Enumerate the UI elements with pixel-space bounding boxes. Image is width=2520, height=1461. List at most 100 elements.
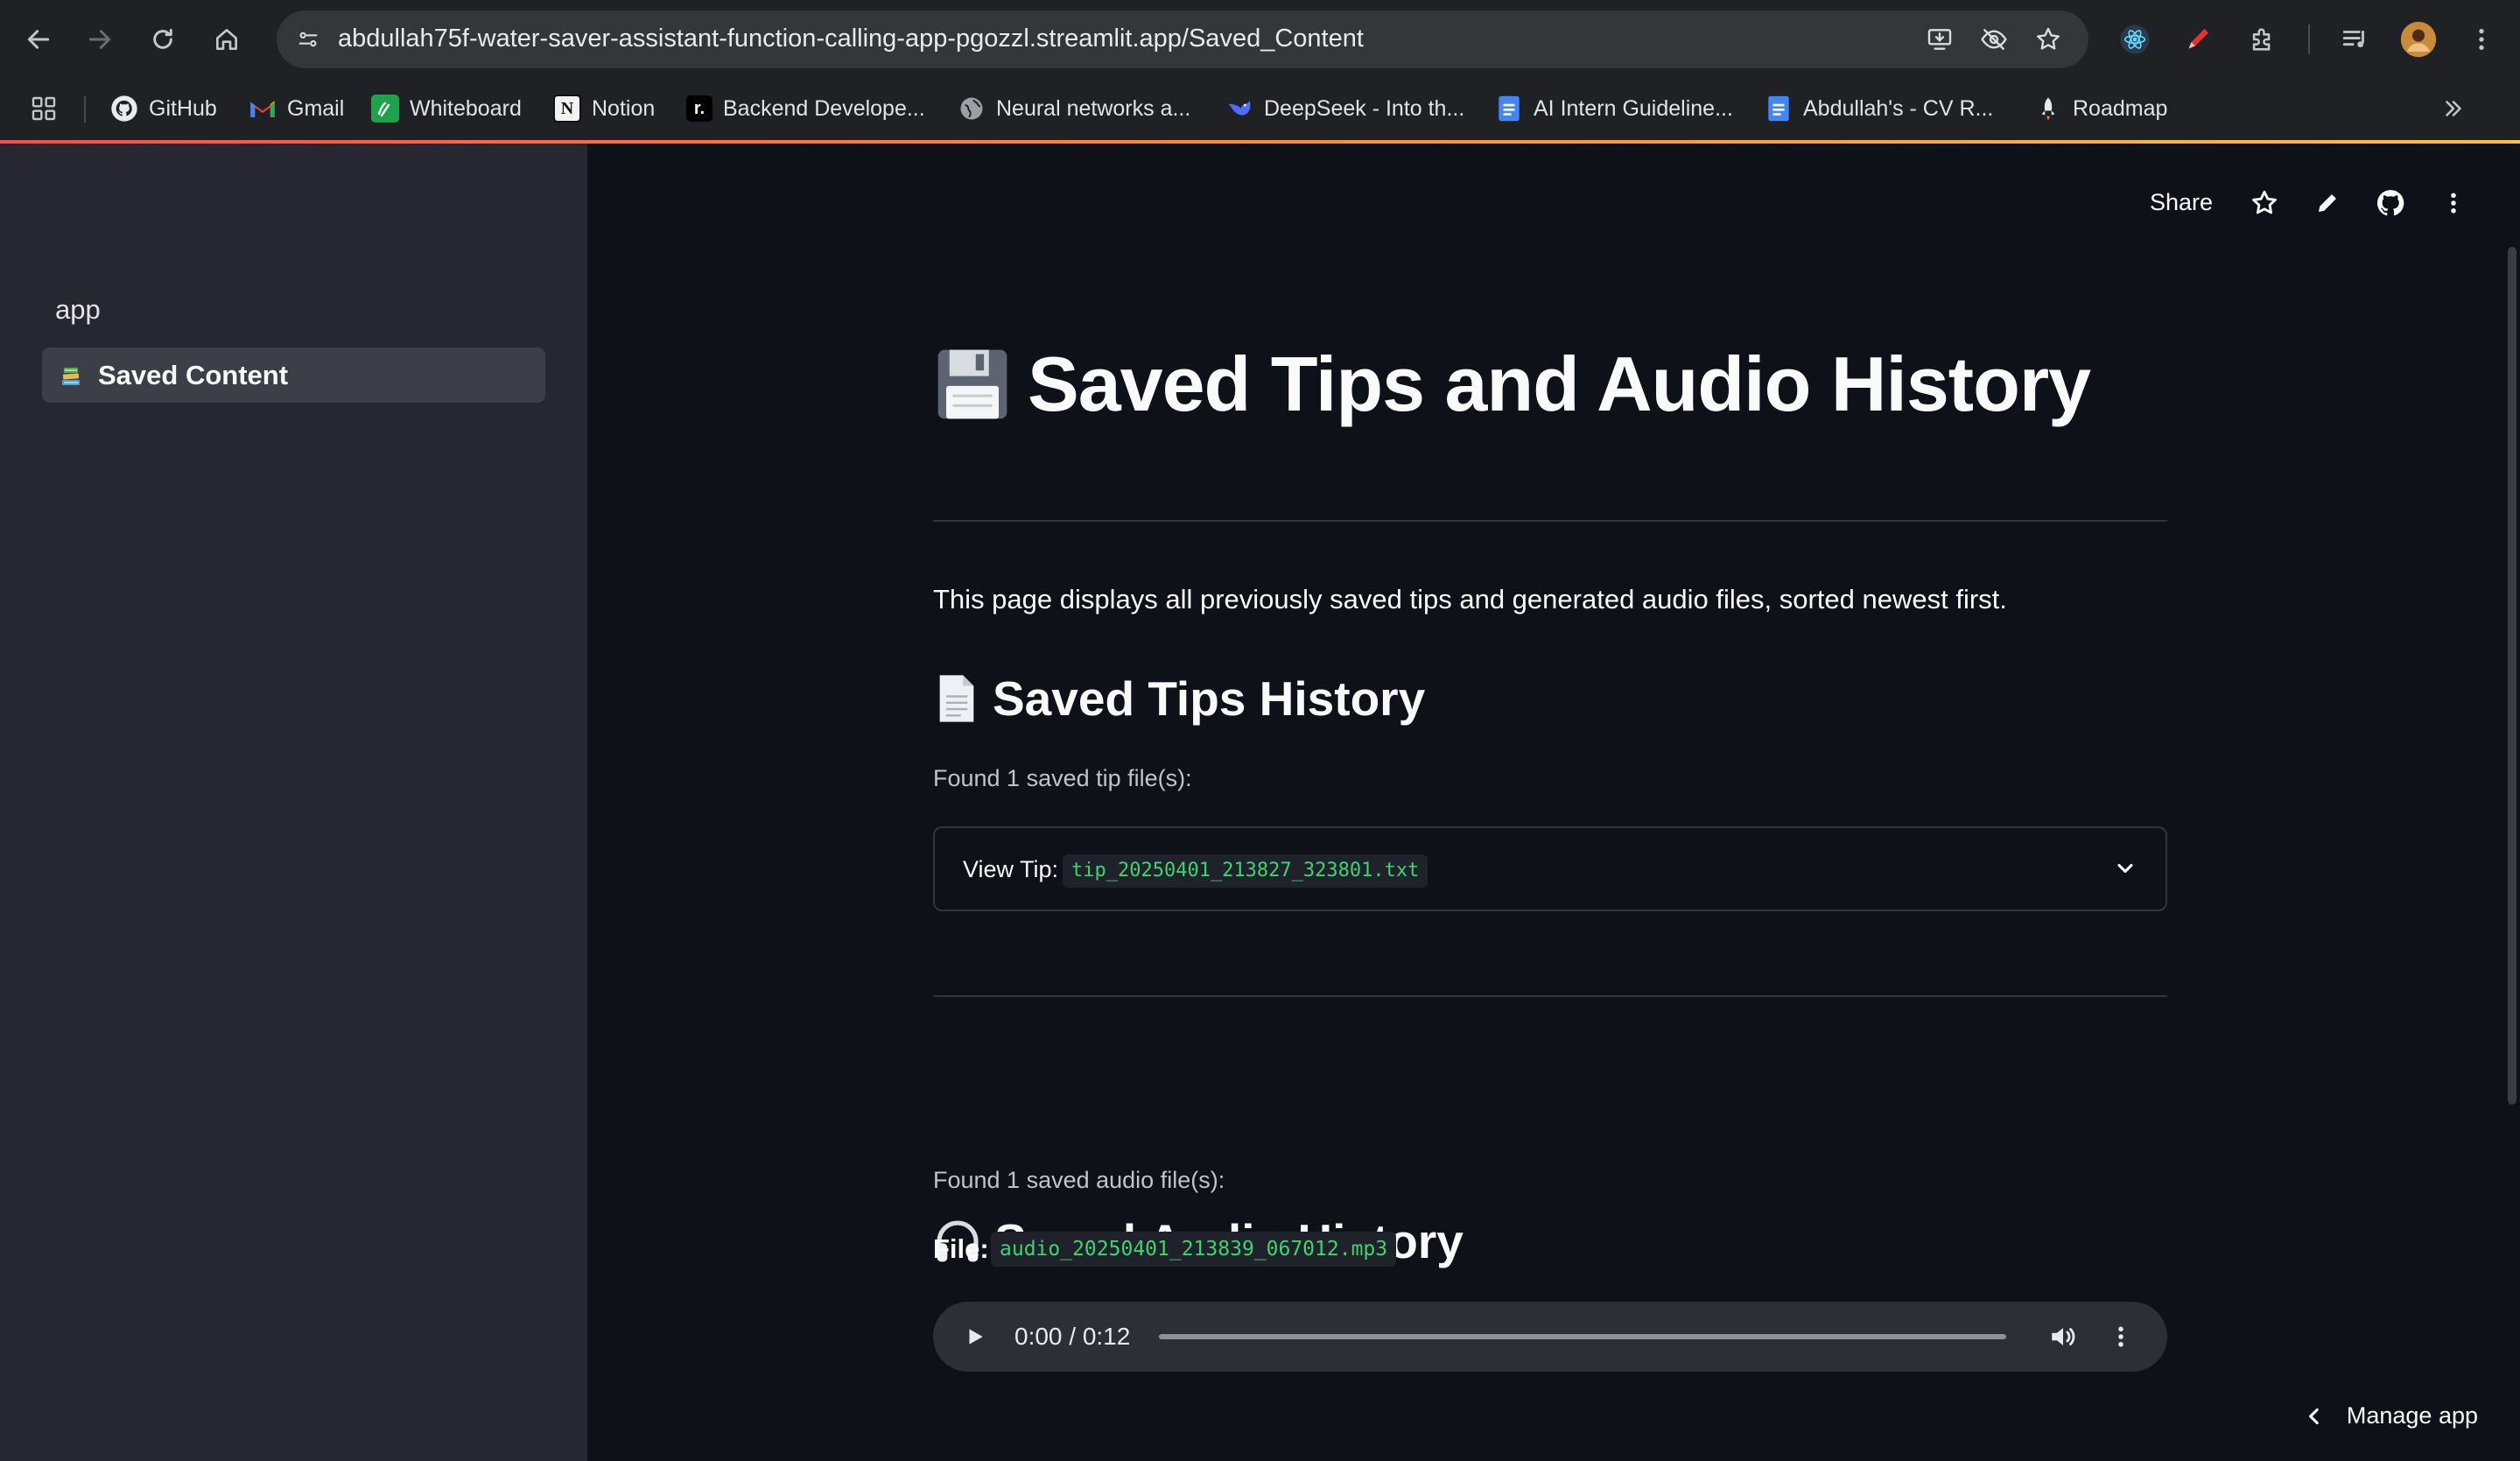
- bookmark-backend-developer[interactable]: r. Backend Develope...: [686, 91, 925, 126]
- github-repo-button[interactable]: [2371, 184, 2410, 222]
- volume-icon: [2048, 1322, 2078, 1352]
- browser-menu-button[interactable]: [2461, 19, 2502, 60]
- media-controls-button[interactable]: [2335, 19, 2376, 60]
- github-icon: [110, 95, 138, 123]
- address-bar[interactable]: abdullah75f-water-saver-assistant-functi…: [277, 11, 2088, 68]
- more-vertical-icon: [2467, 25, 2495, 53]
- bookmark-label: Roadmap: [2073, 95, 2168, 121]
- notion-icon: N: [553, 95, 581, 123]
- docs-icon: [1495, 95, 1523, 123]
- bookmark-label: Gmail: [287, 95, 345, 121]
- pen-extension[interactable]: [2178, 19, 2218, 60]
- bookmark-label: Abdullah's - CV R...: [1803, 95, 1994, 121]
- file-label: File:: [933, 1233, 989, 1264]
- playlist-icon: [2341, 25, 2370, 54]
- bookmark-star-button[interactable]: [2029, 20, 2067, 59]
- bookmark-label: Backend Develope...: [723, 95, 925, 121]
- manage-app-button[interactable]: Manage app: [2303, 1402, 2478, 1429]
- share-button[interactable]: Share: [2150, 189, 2213, 216]
- tip-file-name: tip_20250401_213827_323801.txt: [1063, 854, 1428, 888]
- chevron-left-icon: [2303, 1405, 2326, 1428]
- home-button[interactable]: [207, 20, 246, 59]
- sidebar-item-saved-content[interactable]: Saved Content: [42, 348, 545, 403]
- star-icon: [2034, 25, 2062, 53]
- pencil-icon: [2314, 190, 2341, 216]
- browser-chrome: abdullah75f-water-saver-assistant-functi…: [0, 0, 2520, 144]
- bookmark-roadmap[interactable]: Roadmap: [2034, 91, 2167, 126]
- url-text[interactable]: abdullah75f-water-saver-assistant-functi…: [338, 25, 1364, 53]
- volume-button[interactable]: [2045, 1318, 2081, 1355]
- bookmark-neural-networks[interactable]: Neural networks a...: [958, 91, 1190, 126]
- bookmark-cv[interactable]: Abdullah's - CV R...: [1765, 91, 1993, 126]
- books-icon: [58, 364, 84, 387]
- apps-shortcut[interactable]: [30, 91, 58, 126]
- forward-arrow-icon: [86, 25, 114, 53]
- bookmark-label: AI Intern Guideline...: [1534, 95, 1733, 121]
- address-bar-row: abdullah75f-water-saver-assistant-functi…: [0, 0, 2520, 79]
- deepseek-icon: [1225, 95, 1253, 123]
- eye-off-icon: [1980, 25, 2008, 53]
- back-button[interactable]: [19, 20, 58, 59]
- extensions-button[interactable]: [2243, 19, 2283, 60]
- audio-time: 0:00 / 0:12: [1014, 1323, 1131, 1350]
- bookmark-notion[interactable]: N Notion: [553, 91, 655, 126]
- reload-button[interactable]: [144, 20, 182, 59]
- sidebar-item-label: Saved Content: [98, 359, 289, 390]
- tracking-protection-button[interactable]: [1975, 20, 2013, 59]
- audio-options-button[interactable]: [2102, 1318, 2139, 1355]
- bookmark-github[interactable]: GitHub: [110, 91, 217, 126]
- favorite-app-button[interactable]: [2245, 184, 2284, 222]
- edit-app-button[interactable]: [2308, 184, 2347, 222]
- install-app-button[interactable]: [1920, 20, 1959, 59]
- main-area: Share Saved Tips and Audio History This …: [587, 144, 2520, 1461]
- apps-grid-icon: [30, 95, 58, 123]
- app-menu-button[interactable]: [2434, 184, 2473, 222]
- avatar: [2400, 21, 2437, 58]
- bookmark-label: DeepSeek - Into th...: [1264, 95, 1465, 121]
- more-vertical-icon: [2440, 190, 2467, 216]
- more-bookmarks-button[interactable]: [2440, 91, 2467, 126]
- sidebar: app Saved Content: [0, 144, 587, 1461]
- rocket-icon: [2034, 95, 2062, 123]
- sidebar-app-label[interactable]: app: [55, 294, 101, 326]
- github-icon: [2376, 188, 2405, 218]
- whiteboard-icon: [371, 95, 399, 123]
- page-scrollbar[interactable]: [2508, 247, 2516, 1105]
- more-vertical-icon: [2108, 1324, 2134, 1350]
- bookmark-label: GitHub: [149, 95, 217, 121]
- bookmarks-bar: GitHub Gmail Whiteboard N Notion r. Back…: [0, 79, 2520, 140]
- page-title-text: Saved Tips and Audio History: [1028, 341, 2091, 427]
- star-icon: [2250, 188, 2279, 218]
- audio-file-name: audio_20250401_213839_067012.mp3: [991, 1232, 1397, 1267]
- home-icon: [213, 25, 241, 53]
- tip-expander[interactable]: View Tip: tip_20250401_213827_323801.txt: [933, 826, 2167, 911]
- page-icon: [933, 673, 980, 724]
- manage-app-label: Manage app: [2346, 1402, 2478, 1429]
- floppy-disk-icon: [933, 345, 1012, 424]
- roadmap-r-icon: r.: [686, 95, 712, 122]
- site-info-button[interactable]: [289, 20, 327, 59]
- bookmark-gmail[interactable]: Gmail: [249, 91, 344, 126]
- audio-seek-bar[interactable]: [1159, 1334, 2006, 1339]
- gmail-icon: [249, 95, 277, 123]
- expander-label: View Tip:: [963, 856, 1059, 882]
- bookmark-whiteboard[interactable]: Whiteboard: [371, 91, 522, 126]
- audio-player: 0:00 / 0:12: [933, 1302, 2167, 1372]
- bookmarks-separator: [84, 96, 86, 123]
- play-button[interactable]: [958, 1319, 993, 1354]
- play-icon: [964, 1325, 986, 1348]
- divider: [933, 520, 2167, 522]
- globe-icon: [958, 95, 986, 123]
- bookmark-label: Notion: [592, 95, 656, 121]
- bookmark-ai-intern-guideline[interactable]: AI Intern Guideline...: [1495, 91, 1733, 126]
- profile-button[interactable]: [2398, 19, 2439, 60]
- chevron-down-icon: [2109, 853, 2141, 884]
- double-chevron-right-icon: [2440, 95, 2467, 122]
- tips-count-caption: Found 1 saved tip file(s):: [933, 765, 1192, 791]
- bookmark-label: Whiteboard: [410, 95, 522, 121]
- site-settings-icon: [296, 27, 320, 52]
- forward-button[interactable]: [81, 20, 119, 59]
- bookmark-deepseek[interactable]: DeepSeek - Into th...: [1225, 91, 1464, 126]
- reload-icon: [149, 25, 177, 53]
- react-devtools-extension[interactable]: [2115, 19, 2155, 60]
